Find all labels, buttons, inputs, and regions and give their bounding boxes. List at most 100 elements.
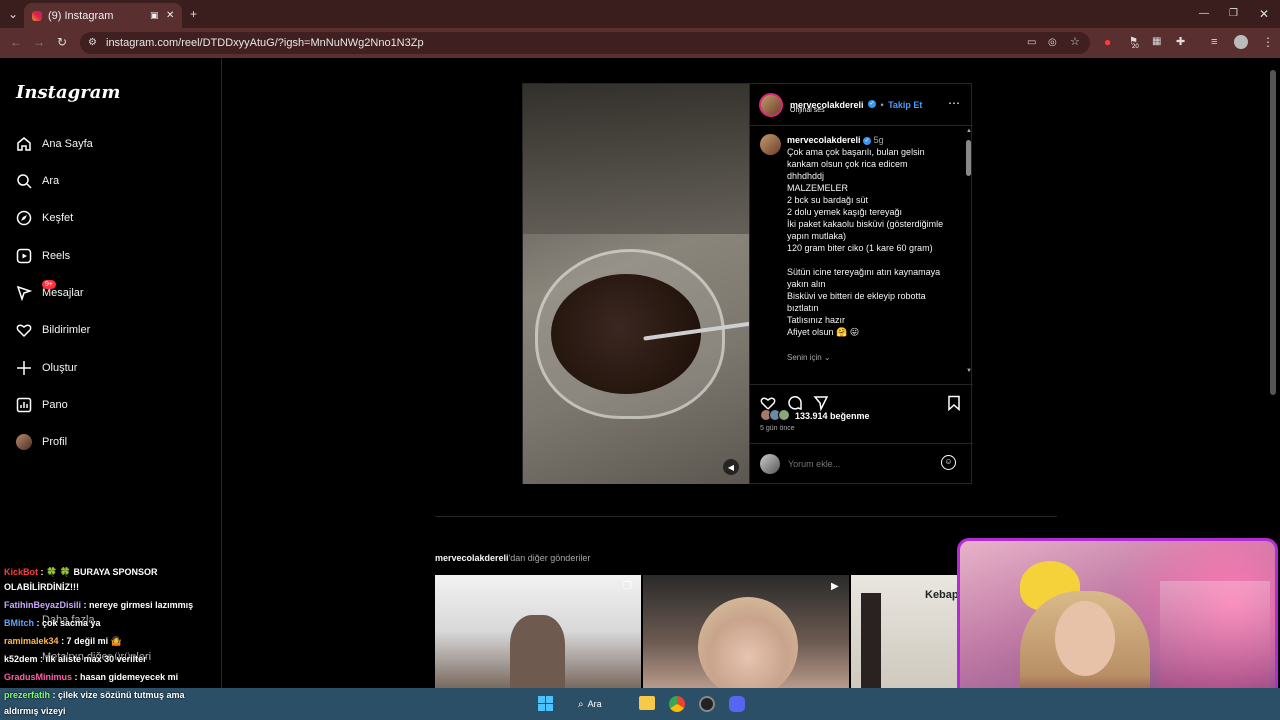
chat-text: : ilk aliste max 30 verilter xyxy=(40,654,147,664)
thumbnail-text: Kebap xyxy=(925,589,957,601)
more-post-thumbnail[interactable]: ▶ xyxy=(643,575,849,688)
extensions-puzzle-icon[interactable]: ✚ xyxy=(1176,36,1185,48)
menu-kebab-icon[interactable]: ⋮ xyxy=(1262,36,1274,48)
new-tab-icon[interactable]: + xyxy=(190,8,197,20)
carousel-icon: ❐ xyxy=(623,581,632,592)
volume-icon[interactable]: ◀ xyxy=(723,459,739,475)
chat-message: GradusMinimus : hasan gidemeyecek mi xyxy=(4,672,178,682)
extension-icon[interactable]: ● xyxy=(1104,36,1111,48)
shelf-background xyxy=(1160,581,1270,701)
verified-icon: ✓ xyxy=(868,99,876,108)
video-background xyxy=(523,84,749,234)
nav-label: Ana Sayfa xyxy=(42,138,93,150)
chat-text: : 🍀 🍀 BURAYA SPONSOR xyxy=(40,567,158,577)
windows-start-icon[interactable] xyxy=(538,696,554,712)
caption-line xyxy=(787,254,963,266)
caption-scrollbar[interactable]: ▲ ▼ xyxy=(964,128,972,378)
caption: mervecolakdereli ✓ 5g Çok ama çok başarı… xyxy=(787,134,963,379)
scrollbar-thumb[interactable] xyxy=(966,140,971,176)
reels-icon xyxy=(16,248,32,264)
discord-icon[interactable] xyxy=(729,696,745,712)
likes-count[interactable]: 133.914 beğenme xyxy=(795,411,870,421)
caption-line: Afiyet olsun 🤗 😛 xyxy=(787,327,860,337)
nav-label: Ara xyxy=(42,175,60,187)
chat-text: : çok sacma ya xyxy=(36,618,101,628)
more-post-thumbnail[interactable]: ❐ xyxy=(435,575,641,688)
nav-reels[interactable]: Reels xyxy=(16,245,70,267)
share-icon[interactable] xyxy=(813,395,829,411)
tab-audio-icon[interactable]: ▣ xyxy=(150,10,159,21)
window-close-icon[interactable]: ✕ xyxy=(1259,8,1269,20)
scroll-up-icon[interactable]: ▲ xyxy=(966,128,972,134)
site-info-icon[interactable]: ⚙ xyxy=(88,37,97,49)
caption-author-avatar[interactable] xyxy=(760,134,781,155)
caption-line: Çok ama çok başarılı, bulan gelsin xyxy=(787,147,925,157)
chat-text: : nereye girmesi lazımmış xyxy=(83,600,194,610)
caption-username[interactable]: mervecolakdereli xyxy=(787,135,861,145)
restore-icon[interactable]: ❐ xyxy=(1229,8,1238,20)
caption-line: bıztlatın xyxy=(787,303,819,313)
chat-message: FatihinBeyazDisili : nereye girmesi lazı… xyxy=(4,600,193,610)
compass-icon xyxy=(16,210,32,226)
emoji-icon[interactable]: ☺ xyxy=(941,455,956,470)
chat-message: ramimalek34 : 7 değil mi 🤷 xyxy=(4,636,122,647)
instagram-logo[interactable]: Instagram xyxy=(16,82,120,103)
liker-avatars[interactable] xyxy=(760,409,796,423)
profile-avatar-icon[interactable] xyxy=(1234,35,1248,49)
save-bookmark-icon[interactable] xyxy=(946,395,962,411)
nav-label: Profil xyxy=(42,436,68,448)
caption-line: dhhdhddj xyxy=(787,171,825,181)
scroll-down-icon[interactable]: ▼ xyxy=(966,368,972,374)
nav-home[interactable]: Ana Sayfa xyxy=(16,133,93,155)
for-you-dropdown[interactable]: Senin için ⌄ xyxy=(787,352,963,364)
bookmark-star-icon[interactable]: ☆ xyxy=(1070,36,1080,48)
extension-icon[interactable]: ▦ xyxy=(1152,36,1161,48)
reading-list-icon[interactable]: ≡ xyxy=(1211,36,1217,48)
post-side-panel: mervecolakdereli ✓ • Takip Et Orijinal s… xyxy=(749,84,973,484)
file-explorer-icon[interactable] xyxy=(639,696,655,710)
caption-line: 2 dolu yemek kaşığı tereyağı xyxy=(787,207,903,217)
chat-text: OLABİLİRDİNİZ!!! xyxy=(4,582,79,592)
nav-create[interactable]: Oluştur xyxy=(16,357,77,379)
nav-explore[interactable]: Keşfet xyxy=(16,207,73,229)
more-options-icon[interactable]: ⋯ xyxy=(948,96,960,110)
taskbar-search[interactable]: ⌕ Ara xyxy=(578,694,628,714)
more-posts-owner[interactable]: mervecolakdereli xyxy=(435,553,509,563)
nav-label: Reels xyxy=(42,250,71,262)
app-icon[interactable] xyxy=(699,696,715,712)
streamer-face xyxy=(1055,601,1115,676)
chat-message: k52dem : ilk aliste max 30 verilter xyxy=(4,654,147,664)
more-posts-suffix: 'dan diğer gönderiler xyxy=(508,553,591,563)
tab-title: (9) Instagram xyxy=(48,9,114,22)
nav-profile[interactable]: Profil xyxy=(16,431,67,453)
author-avatar[interactable] xyxy=(759,93,783,117)
reel-video[interactable]: ◀ xyxy=(523,84,749,484)
chat-user: ramimalek34 xyxy=(4,636,59,646)
page-scrollbar[interactable] xyxy=(1270,70,1276,395)
caption-line: Sütün icine tereyağını atın kaynamaya xyxy=(787,267,941,277)
nav-messages[interactable]: 9+ Mesajlar xyxy=(16,280,84,304)
post-date: 5 gün önce xyxy=(760,425,795,432)
comment-input[interactable] xyxy=(788,457,928,471)
nav-dashboard[interactable]: Pano xyxy=(16,394,68,416)
viewer-avatar xyxy=(760,454,780,474)
nav-notifications[interactable]: Bildirimler xyxy=(16,319,90,341)
chat-message: BMitch : çok sacma ya xyxy=(4,618,101,628)
audio-label[interactable]: Orijinal ses xyxy=(790,107,825,114)
address-bar[interactable]: ⚙ instagram.com/reel/DTDDxyyAtuG/?igsh=M… xyxy=(80,32,1090,54)
chrome-icon[interactable] xyxy=(669,696,685,712)
close-tab-icon[interactable]: ✕ xyxy=(166,10,174,21)
back-icon[interactable]: ← xyxy=(10,36,22,48)
forward-icon[interactable]: → xyxy=(33,36,45,48)
reload-icon[interactable]: ↻ xyxy=(57,36,67,48)
tab-list-icon[interactable]: ⌄ xyxy=(8,8,18,20)
chat-message: aldırmış vizeyi xyxy=(4,706,66,716)
search-icon: ⌕ xyxy=(578,698,584,710)
minimize-icon[interactable]: — xyxy=(1199,8,1209,20)
eye-off-icon[interactable]: ◎ xyxy=(1048,37,1057,49)
browser-tab[interactable]: (9) Instagram ▣ ✕ xyxy=(24,3,182,28)
nav-search[interactable]: Ara xyxy=(16,170,59,192)
cast-icon[interactable]: ▭ xyxy=(1027,37,1036,49)
follow-button[interactable]: Takip Et xyxy=(888,100,922,110)
more-post-thumbnail[interactable]: Kebap xyxy=(851,575,957,688)
